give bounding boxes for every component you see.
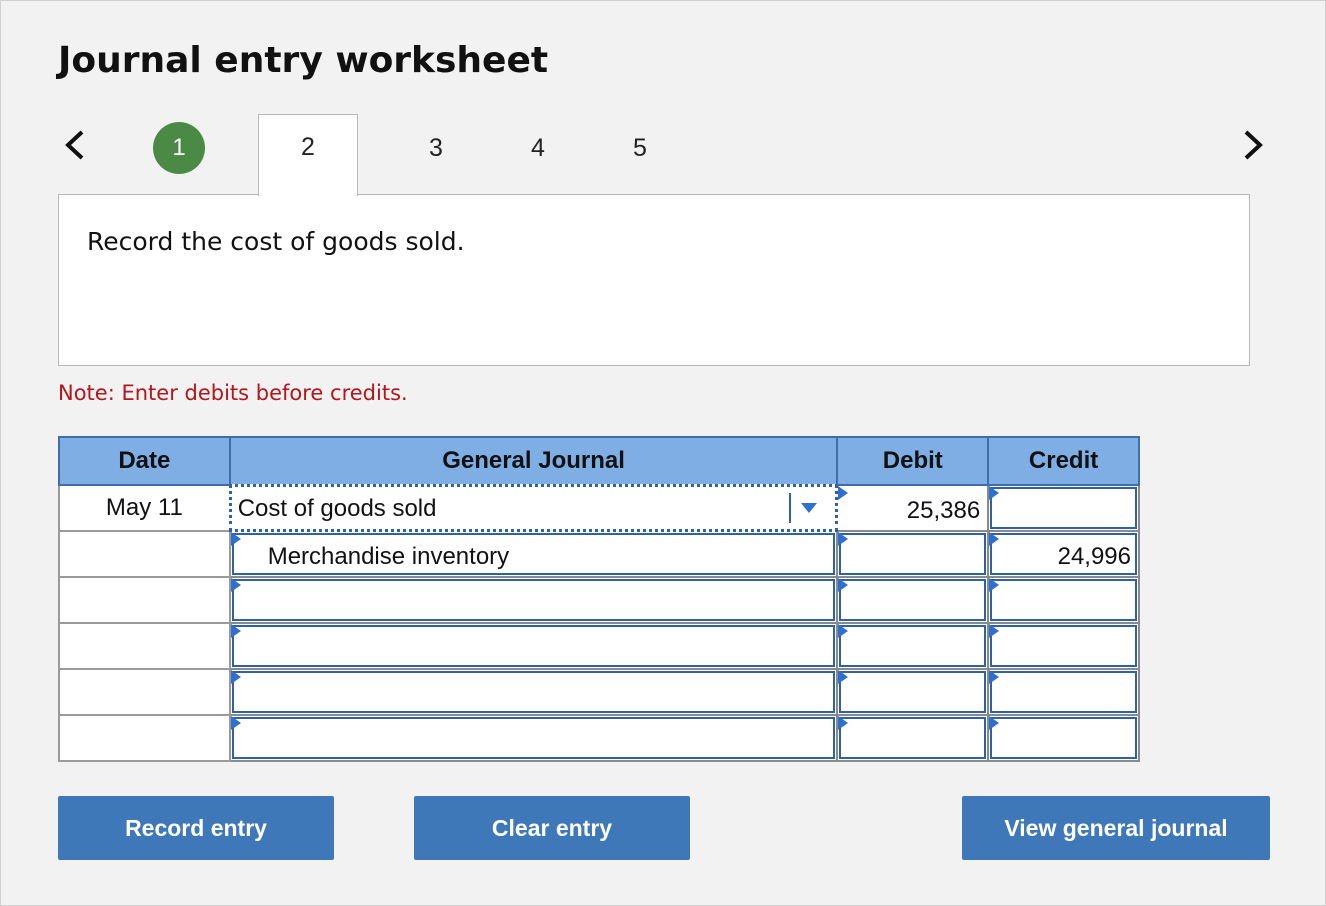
input-marker-icon [838, 670, 849, 684]
debit-cell[interactable] [836, 714, 990, 762]
input-marker-icon [989, 532, 1000, 546]
credit-input[interactable] [990, 487, 1137, 529]
input-marker-icon [838, 624, 849, 638]
input-marker-icon [989, 670, 1000, 684]
account-input[interactable]: Merchandise inventory [231, 533, 836, 575]
step-1-completed[interactable]: 1 [153, 122, 205, 174]
date-cell [58, 622, 231, 670]
account-value: Cost of goods sold [237, 495, 437, 522]
input-marker-icon [230, 532, 241, 546]
debit-input[interactable] [839, 671, 987, 713]
dropdown-caret-icon[interactable] [789, 493, 825, 523]
credit-input[interactable] [990, 671, 1137, 713]
credit-cell[interactable] [987, 576, 1140, 624]
credit-input[interactable] [990, 717, 1137, 759]
step-5[interactable]: 5 [615, 125, 665, 171]
table-row [58, 576, 1140, 624]
debit-cell[interactable]: 25,386 [836, 484, 990, 532]
credit-column-header: Credit [987, 436, 1140, 486]
account-input[interactable] [231, 671, 836, 713]
input-marker-icon [230, 670, 241, 684]
account-dropdown[interactable]: Cost of goods sold [228, 484, 839, 532]
previous-arrow-icon[interactable] [60, 128, 90, 162]
date-cell: May 11 [58, 484, 231, 532]
input-marker-icon [230, 624, 241, 638]
debit-input[interactable] [839, 579, 987, 621]
debit-cell[interactable] [836, 668, 990, 716]
credit-cell[interactable] [987, 714, 1140, 762]
step-4[interactable]: 4 [513, 125, 563, 171]
account-input[interactable] [231, 579, 836, 621]
credit-cell[interactable] [987, 668, 1140, 716]
table-row: May 11 Cost of goods sold 25,386 [58, 484, 1140, 532]
date-cell [58, 714, 231, 762]
table-header-row: Date General Journal Debit Credit [58, 436, 1140, 486]
clear-entry-button[interactable]: Clear entry [414, 796, 690, 860]
note-text: Note: Enter debits before credits. [58, 381, 408, 405]
input-marker-icon [989, 578, 1000, 592]
date-cell [58, 576, 231, 624]
debit-cell[interactable] [836, 622, 990, 670]
table-row [58, 668, 1140, 716]
step-2-current-tab[interactable]: 2 [258, 114, 358, 196]
date-cell [58, 668, 231, 716]
debit-input[interactable]: 25,386 [839, 487, 987, 529]
next-arrow-icon[interactable] [1238, 128, 1268, 162]
credit-input[interactable] [990, 579, 1137, 621]
credit-value: 24,996 [1057, 543, 1131, 570]
account-cell[interactable] [228, 668, 839, 716]
debit-column-header: Debit [836, 436, 990, 486]
debit-input[interactable] [839, 533, 987, 575]
account-cell[interactable] [228, 622, 839, 670]
date-cell [58, 530, 231, 578]
debit-cell[interactable] [836, 530, 990, 578]
credit-cell[interactable]: 24,996 [987, 530, 1140, 578]
credit-input[interactable] [990, 625, 1137, 667]
table-row [58, 622, 1140, 670]
credit-cell[interactable] [987, 484, 1140, 532]
input-marker-icon [838, 578, 849, 592]
account-cell[interactable]: Merchandise inventory [228, 530, 839, 578]
account-value: Merchandise inventory [267, 543, 510, 570]
debit-cell[interactable] [836, 576, 990, 624]
account-cell[interactable] [228, 576, 839, 624]
table-row [58, 714, 1140, 762]
instruction-panel: Record the cost of goods sold. [58, 194, 1250, 366]
input-marker-icon [989, 486, 1000, 500]
journal-table: Date General Journal Debit Credit May 11… [58, 436, 1140, 762]
input-marker-icon [230, 578, 241, 592]
input-marker-icon [838, 486, 849, 500]
account-cell[interactable] [228, 714, 839, 762]
account-input[interactable] [231, 717, 836, 759]
credit-cell[interactable] [987, 622, 1140, 670]
instruction-text: Record the cost of goods sold. [87, 227, 465, 256]
input-marker-icon [838, 532, 849, 546]
general-journal-column-header: General Journal [228, 436, 839, 486]
account-input[interactable] [231, 625, 836, 667]
debit-value: 25,386 [906, 497, 981, 524]
debit-input[interactable] [839, 625, 987, 667]
input-marker-icon [838, 716, 849, 730]
credit-input[interactable]: 24,996 [990, 533, 1137, 575]
input-marker-icon [989, 624, 1000, 638]
date-column-header: Date [58, 436, 231, 486]
table-row: Merchandise inventory 24,996 [58, 530, 1140, 578]
input-marker-icon [989, 716, 1000, 730]
page-title: Journal entry worksheet [58, 40, 549, 81]
account-cell[interactable]: Cost of goods sold [228, 484, 839, 532]
view-general-journal-button[interactable]: View general journal [962, 796, 1270, 860]
input-marker-icon [230, 716, 241, 730]
record-entry-button[interactable]: Record entry [58, 796, 334, 860]
debit-input[interactable] [839, 717, 987, 759]
step-3[interactable]: 3 [411, 125, 461, 171]
